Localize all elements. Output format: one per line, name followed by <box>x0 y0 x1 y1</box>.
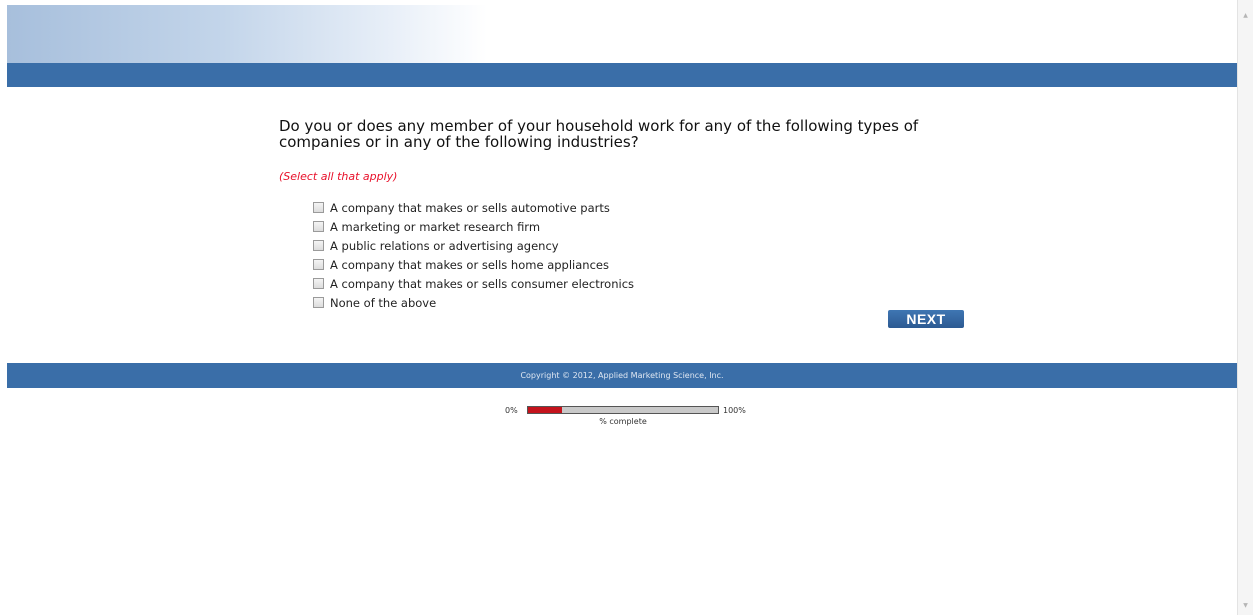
checkbox[interactable] <box>313 278 324 289</box>
option-label: A marketing or market research firm <box>330 219 541 234</box>
option-marketing-research[interactable]: A marketing or market research firm <box>313 217 634 236</box>
header-bar <box>7 63 1237 87</box>
footer-bar: Copyright © 2012, Applied Marketing Scie… <box>7 363 1237 388</box>
checkbox[interactable] <box>313 297 324 308</box>
question-text: Do you or does any member of your househ… <box>279 117 919 151</box>
progress-min-label: 0% <box>505 406 518 415</box>
checkbox[interactable] <box>313 240 324 251</box>
scroll-down-icon[interactable]: ▼ <box>1238 598 1253 614</box>
checkbox[interactable] <box>313 259 324 270</box>
options-list: A company that makes or sells automotive… <box>313 198 634 312</box>
option-label: A company that makes or sells consumer e… <box>330 276 635 291</box>
option-label: A public relations or advertising agency <box>330 238 559 253</box>
option-automotive-parts[interactable]: A company that makes or sells automotive… <box>313 198 634 217</box>
checkbox[interactable] <box>313 202 324 213</box>
instruction-text: (Select all that apply) <box>279 170 398 183</box>
option-label: A company that makes or sells home appli… <box>330 257 609 272</box>
next-button[interactable]: NEXT <box>888 310 964 328</box>
page-left-edge <box>0 0 6 615</box>
progress-caption: % complete <box>599 417 647 426</box>
checkbox[interactable] <box>313 221 324 232</box>
progress-max-label: 100% <box>723 406 746 415</box>
option-home-appliances[interactable]: A company that makes or sells home appli… <box>313 255 634 274</box>
progress-indicator: 0% 100% % complete <box>505 405 765 429</box>
vertical-scrollbar[interactable]: ▲ ▼ <box>1237 0 1253 615</box>
survey-page: Do you or does any member of your househ… <box>0 0 1253 615</box>
option-consumer-electronics[interactable]: A company that makes or sells consumer e… <box>313 274 634 293</box>
option-public-relations[interactable]: A public relations or advertising agency <box>313 236 634 255</box>
scroll-up-icon[interactable]: ▲ <box>1238 8 1253 24</box>
option-label: None of the above <box>330 295 437 310</box>
progress-fill <box>528 407 563 413</box>
option-label: A company that makes or sells automotive… <box>330 200 610 215</box>
progress-bar <box>527 406 719 414</box>
header-banner <box>7 5 487 63</box>
copyright-text: Copyright © 2012, Applied Marketing Scie… <box>520 371 724 380</box>
option-none-of-the-above[interactable]: None of the above <box>313 293 634 312</box>
